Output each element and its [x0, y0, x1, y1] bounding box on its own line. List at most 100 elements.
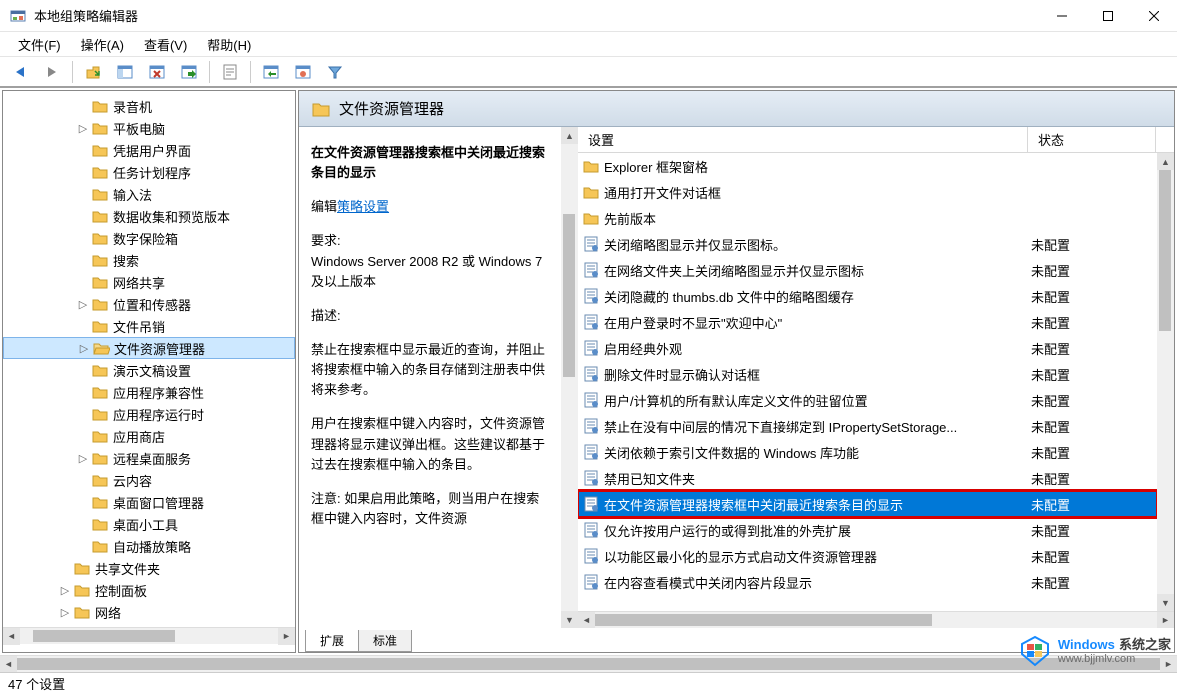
list-folder-row[interactable]: 先前版本: [578, 205, 1157, 231]
list-setting-row[interactable]: 关闭隐藏的 thumbs.db 文件中的缩略图缓存未配置: [578, 283, 1157, 309]
show-hide-tree-button[interactable]: [111, 59, 139, 85]
tree-item[interactable]: 搜索: [3, 249, 295, 271]
delete-button[interactable]: [143, 59, 171, 85]
col-setting[interactable]: 设置: [578, 127, 1028, 152]
maximize-button[interactable]: [1085, 1, 1131, 31]
tree-item[interactable]: 网络共享: [3, 271, 295, 293]
list-setting-row[interactable]: 在内容查看模式中关闭内容片段显示未配置: [578, 569, 1157, 595]
expander-icon[interactable]: ▷: [57, 584, 73, 597]
tree-item[interactable]: 输入法: [3, 183, 295, 205]
tree-item[interactable]: 文件吊销: [3, 315, 295, 337]
tree-item[interactable]: ▷网络: [3, 601, 295, 623]
list-setting-row[interactable]: 启用经典外观未配置: [578, 335, 1157, 361]
menu-file[interactable]: 文件(F): [8, 33, 71, 56]
setting-icon: [582, 339, 600, 357]
list-setting-row[interactable]: 仅允许按用户运行的或得到批准的外壳扩展未配置: [578, 517, 1157, 543]
menu-action[interactable]: 操作(A): [71, 33, 134, 56]
export-button[interactable]: [175, 59, 203, 85]
tree-item[interactable]: 桌面窗口管理器: [3, 491, 295, 513]
content-title: 文件资源管理器: [339, 98, 444, 119]
row-label: 通用打开文件对话框: [604, 183, 721, 202]
tree-item[interactable]: 应用程序运行时: [3, 403, 295, 425]
tree-item[interactable]: ▷文件资源管理器: [3, 337, 295, 359]
edit-policy-link[interactable]: 策略设置: [337, 199, 389, 214]
expander-icon[interactable]: ▷: [57, 606, 73, 619]
tree-item[interactable]: ▷平板电脑: [3, 117, 295, 139]
tree-item[interactable]: 任务计划程序: [3, 161, 295, 183]
refresh-button[interactable]: [257, 59, 285, 85]
tree-item[interactable]: 演示文稿设置: [3, 359, 295, 381]
requirements-text: Windows Server 2008 R2 或 Windows 7 及以上版本: [311, 254, 542, 289]
selected-policy-title: 在文件资源管理器搜索框中关闭最近搜索条目的显示: [311, 143, 549, 183]
tree-item-label: 数据收集和预览版本: [113, 207, 230, 226]
row-state: 未配置: [1025, 261, 1153, 280]
list-setting-row[interactable]: 禁用已知文件夹未配置: [578, 465, 1157, 491]
expander-icon[interactable]: ▷: [75, 452, 91, 465]
list-setting-row[interactable]: 在文件资源管理器搜索框中关闭最近搜索条目的显示 未配置: [578, 491, 1157, 517]
help-button[interactable]: [289, 59, 317, 85]
row-label: 关闭依赖于索引文件数据的 Windows 库功能: [604, 443, 859, 462]
list-setting-row[interactable]: 在网络文件夹上关闭缩略图显示并仅显示图标未配置: [578, 257, 1157, 283]
forward-button[interactable]: [38, 59, 66, 85]
list-setting-row[interactable]: 关闭缩略图显示并仅显示图标。未配置: [578, 231, 1157, 257]
list-setting-row[interactable]: 删除文件时显示确认对话框未配置: [578, 361, 1157, 387]
filter-button[interactable]: [321, 59, 349, 85]
tab-standard[interactable]: 标准: [358, 630, 412, 652]
expander-icon[interactable]: ▷: [75, 122, 91, 135]
row-state: 未配置: [1025, 495, 1153, 514]
folder-icon: [91, 449, 109, 467]
list-folder-row[interactable]: 通用打开文件对话框: [578, 179, 1157, 205]
description-label: 描述:: [311, 308, 341, 323]
setting-icon: [582, 417, 600, 435]
minimize-button[interactable]: [1039, 1, 1085, 31]
list-setting-row[interactable]: 用户/计算机的所有默认库定义文件的驻留位置未配置: [578, 387, 1157, 413]
tree-item[interactable]: 凭据用户界面: [3, 139, 295, 161]
tree-item[interactable]: 数字保险箱: [3, 227, 295, 249]
col-state[interactable]: 状态: [1028, 127, 1156, 152]
tab-extended[interactable]: 扩展: [305, 630, 359, 652]
tree-item[interactable]: 自动播放策略: [3, 535, 295, 557]
tree-hscroll[interactable]: ◄ ►: [3, 627, 295, 644]
properties-button[interactable]: [216, 59, 244, 85]
setting-icon: [582, 235, 600, 253]
row-label: 在文件资源管理器搜索框中关闭最近搜索条目的显示: [604, 495, 903, 514]
expander-icon[interactable]: ▷: [76, 342, 92, 355]
tree-item[interactable]: 应用程序兼容性: [3, 381, 295, 403]
app-icon: [8, 6, 28, 26]
expander-icon[interactable]: ▷: [75, 298, 91, 311]
tree-item-label: 桌面窗口管理器: [113, 493, 204, 512]
status-bar: 47 个设置: [0, 672, 1177, 694]
tree-item[interactable]: 应用商店: [3, 425, 295, 447]
folder-icon: [91, 119, 109, 137]
list-hscroll[interactable]: ◄ ►: [578, 611, 1174, 628]
requirements-label: 要求:: [311, 233, 341, 248]
tree-item-label: 网络共享: [113, 273, 165, 292]
list-body[interactable]: Explorer 框架窗格通用打开文件对话框先前版本关闭缩略图显示并仅显示图标。…: [578, 153, 1157, 611]
tree-item[interactable]: ▷控制面板: [3, 579, 295, 601]
tree-item[interactable]: 共享文件夹: [3, 557, 295, 579]
menu-help[interactable]: 帮助(H): [197, 33, 261, 56]
list-folder-row[interactable]: Explorer 框架窗格: [578, 153, 1157, 179]
row-state: 未配置: [1025, 313, 1153, 332]
up-button[interactable]: [79, 59, 107, 85]
menu-view[interactable]: 查看(V): [134, 33, 197, 56]
tree-item[interactable]: 桌面小工具: [3, 513, 295, 535]
tree-pane[interactable]: 录音机▷平板电脑凭据用户界面任务计划程序输入法数据收集和预览版本数字保险箱搜索网…: [2, 90, 296, 653]
tree-item-label: 远程桌面服务: [113, 449, 191, 468]
list-setting-row[interactable]: 以功能区最小化的显示方式启动文件资源管理器未配置: [578, 543, 1157, 569]
tree-item[interactable]: 录音机: [3, 95, 295, 117]
outer-hscroll[interactable]: ◄ ►: [0, 655, 1177, 672]
close-button[interactable]: [1131, 1, 1177, 31]
list-setting-row[interactable]: 禁止在没有中间层的情况下直接绑定到 IPropertySetStorage...…: [578, 413, 1157, 439]
tree-item[interactable]: ▷ 远程桌面服务: [3, 447, 295, 469]
back-button[interactable]: [6, 59, 34, 85]
detail-vscroll[interactable]: ▲ ▼: [561, 127, 578, 628]
tree-item[interactable]: 数据收集和预览版本: [3, 205, 295, 227]
list-setting-row[interactable]: 关闭依赖于索引文件数据的 Windows 库功能未配置: [578, 439, 1157, 465]
row-label: 在用户登录时不显示"欢迎中心": [604, 313, 782, 332]
tree-item[interactable]: 云内容: [3, 469, 295, 491]
list-vscroll[interactable]: ▲ ▼: [1157, 153, 1174, 611]
list-setting-row[interactable]: 在用户登录时不显示"欢迎中心" 未配置: [578, 309, 1157, 335]
tree-item[interactable]: ▷位置和传感器: [3, 293, 295, 315]
setting-icon: [582, 365, 600, 383]
